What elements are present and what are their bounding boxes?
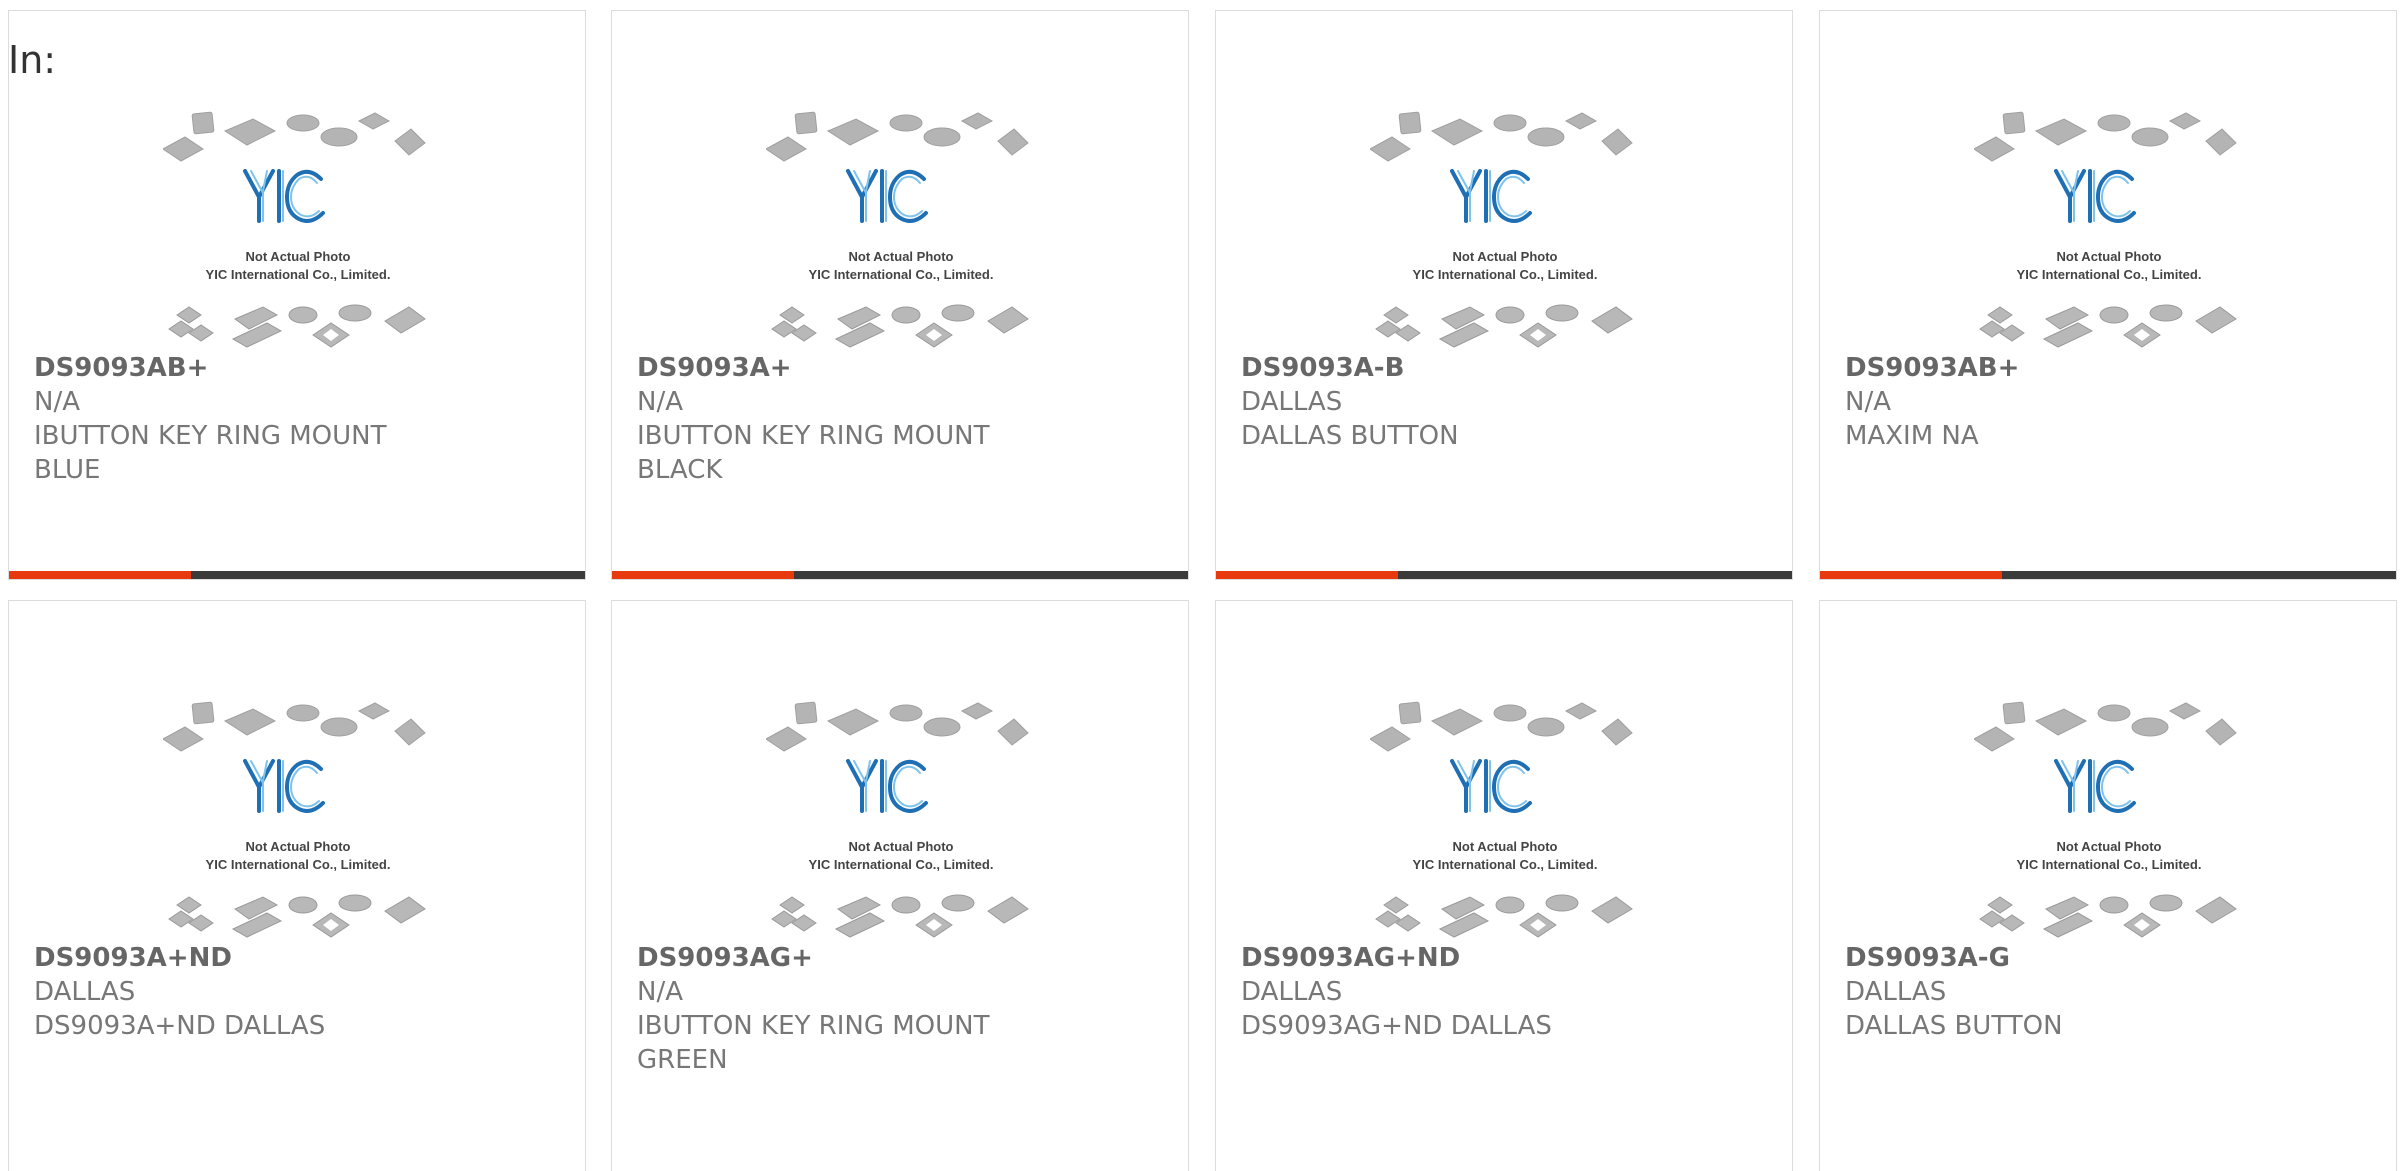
page-label: In: [8, 38, 57, 82]
product-info: DS9093A-B DALLAS DALLAS BUTTON [1241, 351, 1772, 453]
product-image[interactable]: Not Actual Photo YIC International Co., … [162, 691, 433, 941]
product-card[interactable]: Not Actual Photo YIC International Co., … [8, 10, 586, 580]
product-image[interactable]: Not Actual Photo YIC International Co., … [765, 101, 1036, 351]
photo-company: YIC International Co., Limited. [206, 267, 391, 282]
description-line1: IBUTTON KEY RING MOUNT [637, 421, 990, 451]
product-card[interactable]: Not Actual Photo YIC International Co., … [1215, 600, 1793, 1171]
manufacturer: N/A [637, 387, 683, 417]
part-number[interactable]: DS9093A-B [1241, 351, 1772, 385]
photo-disclaimer: Not Actual Photo [1453, 839, 1558, 854]
manufacturer: DALLAS [1845, 977, 1947, 1007]
product-info: DS9093AG+ND DALLAS DS9093AG+ND DALLAS [1241, 941, 1772, 1043]
part-number[interactable]: DS9093A+ND [34, 941, 565, 975]
product-image[interactable]: Not Actual Photo YIC International Co., … [1973, 691, 2244, 941]
product-image[interactable]: Not Actual Photo YIC International Co., … [1973, 101, 2244, 351]
photo-company: YIC International Co., Limited. [206, 857, 391, 872]
manufacturer: DALLAS [1241, 977, 1343, 1007]
manufacturer: DALLAS [1241, 387, 1343, 417]
photo-disclaimer: Not Actual Photo [2057, 249, 2162, 264]
product-image[interactable]: Not Actual Photo YIC International Co., … [765, 691, 1036, 941]
part-number[interactable]: DS9093AG+ [637, 941, 1168, 975]
part-number[interactable]: DS9093A+ [637, 351, 1168, 385]
part-number[interactable]: DS9093AG+ND [1241, 941, 1772, 975]
card-bottom-bar [1216, 571, 1792, 579]
product-card[interactable]: Not Actual Photo YIC International Co., … [8, 600, 586, 1171]
description-line1: IBUTTON KEY RING MOUNT [34, 421, 387, 451]
photo-company: YIC International Co., Limited. [809, 857, 994, 872]
product-info: DS9093AB+ N/A MAXIM NA [1845, 351, 2376, 453]
product-info: DS9093AG+ N/A IBUTTON KEY RING MOUNT GRE… [637, 941, 1168, 1077]
part-number[interactable]: DS9093AB+ [1845, 351, 2376, 385]
description-line1: DS9093AG+ND DALLAS [1241, 1011, 1552, 1041]
description-line1: DS9093A+ND DALLAS [34, 1011, 326, 1041]
photo-company: YIC International Co., Limited. [809, 267, 994, 282]
product-card[interactable]: Not Actual Photo YIC International Co., … [611, 10, 1189, 580]
part-number[interactable]: DS9093AB+ [34, 351, 565, 385]
manufacturer: DALLAS [34, 977, 136, 1007]
description-line1: IBUTTON KEY RING MOUNT [637, 1011, 990, 1041]
product-card[interactable]: Not Actual Photo YIC International Co., … [1819, 600, 2397, 1171]
description-line1: DALLAS BUTTON [1241, 421, 1459, 451]
product-card[interactable]: Not Actual Photo YIC International Co., … [1215, 10, 1793, 580]
card-accent-bar [1216, 571, 1398, 579]
photo-disclaimer: Not Actual Photo [1453, 249, 1558, 264]
description-line2: BLUE [34, 455, 101, 485]
product-info: DS9093AB+ N/A IBUTTON KEY RING MOUNT BLU… [34, 351, 565, 487]
description-line2: GREEN [637, 1045, 728, 1075]
product-card[interactable]: Not Actual Photo YIC International Co., … [1819, 10, 2397, 580]
manufacturer: N/A [34, 387, 80, 417]
card-bottom-bar [612, 571, 1188, 579]
description-line2: BLACK [637, 455, 723, 485]
product-image[interactable]: Not Actual Photo YIC International Co., … [1369, 101, 1640, 351]
card-bottom-bar [1820, 571, 2396, 579]
product-image[interactable]: Not Actual Photo YIC International Co., … [1369, 691, 1640, 941]
manufacturer: N/A [637, 977, 683, 1007]
description-line1: MAXIM NA [1845, 421, 1979, 451]
photo-disclaimer: Not Actual Photo [246, 839, 351, 854]
photo-company: YIC International Co., Limited. [2017, 267, 2202, 282]
part-number[interactable]: DS9093A-G [1845, 941, 2376, 975]
product-info: DS9093A+ N/A IBUTTON KEY RING MOUNT BLAC… [637, 351, 1168, 487]
photo-company: YIC International Co., Limited. [2017, 857, 2202, 872]
photo-disclaimer: Not Actual Photo [2057, 839, 2162, 854]
photo-disclaimer: Not Actual Photo [849, 249, 954, 264]
photo-disclaimer: Not Actual Photo [246, 249, 351, 264]
product-info: DS9093A-G DALLAS DALLAS BUTTON [1845, 941, 2376, 1043]
card-accent-bar [612, 571, 794, 579]
product-image[interactable]: Not Actual Photo YIC International Co., … [162, 101, 433, 351]
card-bottom-bar [9, 571, 585, 579]
photo-company: YIC International Co., Limited. [1413, 267, 1598, 282]
manufacturer: N/A [1845, 387, 1891, 417]
product-card[interactable]: Not Actual Photo YIC International Co., … [611, 600, 1189, 1171]
card-accent-bar [1820, 571, 2002, 579]
card-accent-bar [9, 571, 191, 579]
photo-disclaimer: Not Actual Photo [849, 839, 954, 854]
product-info: DS9093A+ND DALLAS DS9093A+ND DALLAS [34, 941, 565, 1043]
description-line1: DALLAS BUTTON [1845, 1011, 2063, 1041]
photo-company: YIC International Co., Limited. [1413, 857, 1598, 872]
